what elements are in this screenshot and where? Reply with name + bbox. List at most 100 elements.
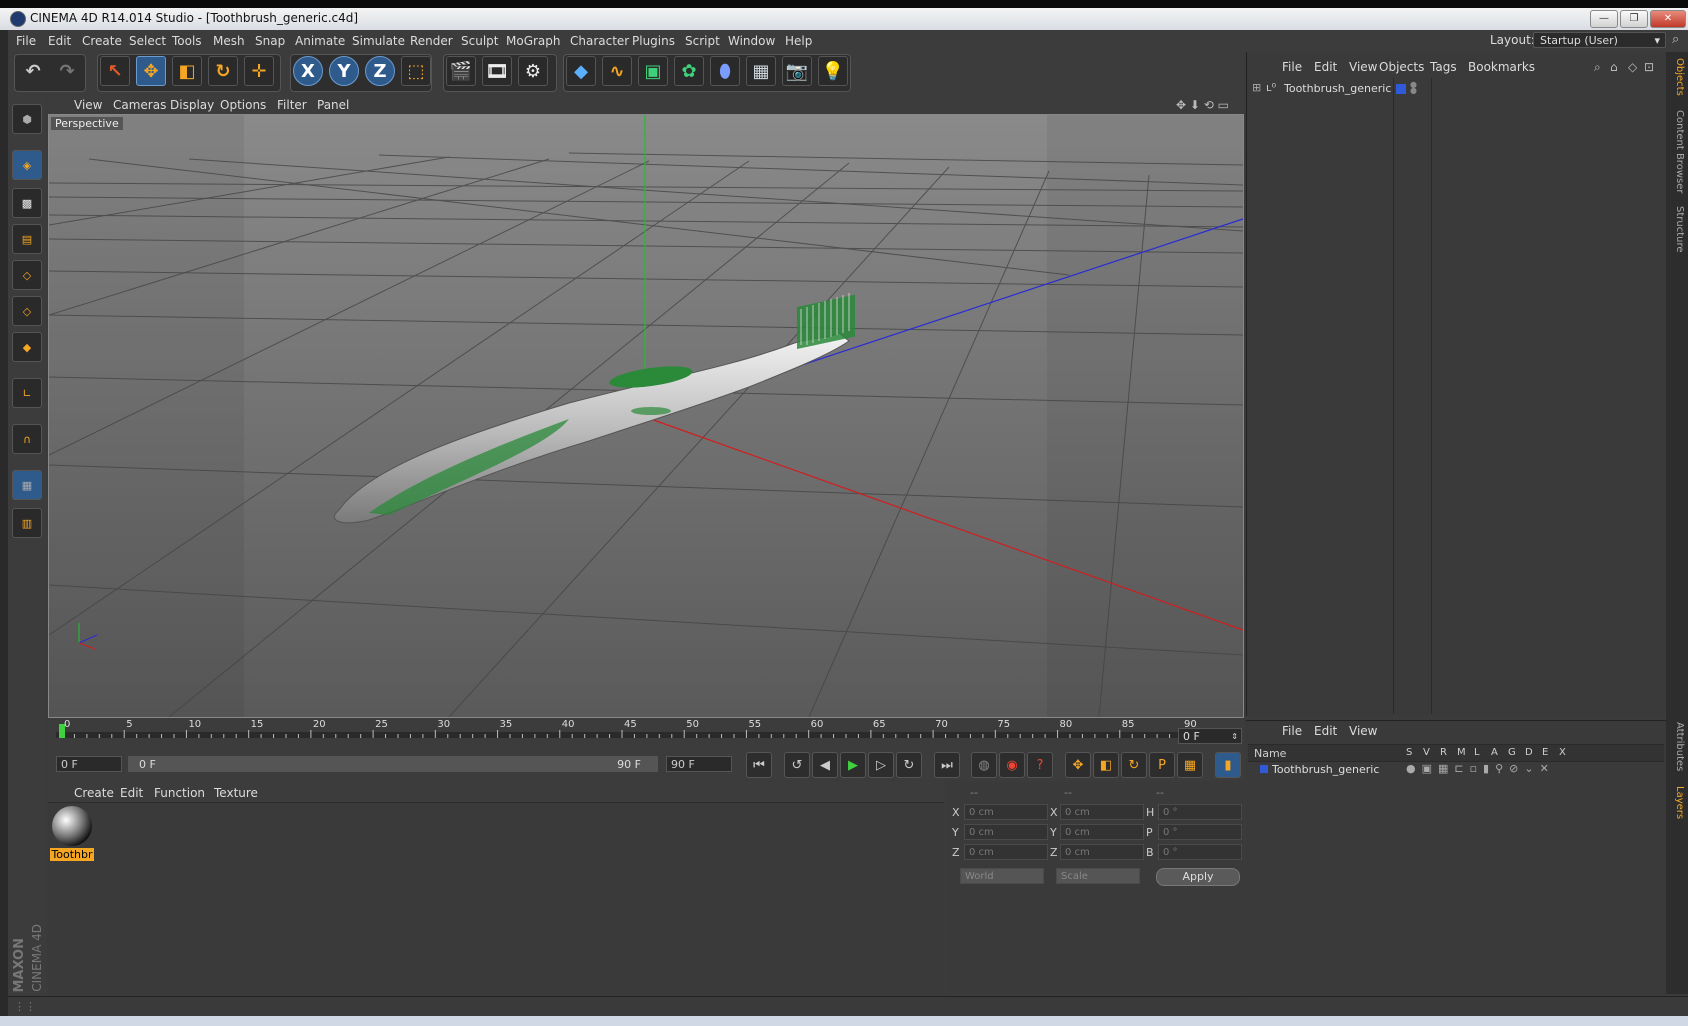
menu-animate[interactable]: Animate: [295, 34, 345, 48]
timeline-ruler[interactable]: 0 5 10 15 20 25 30 35 40 45 50 55 60 65 70 75 80 85 90: [48, 719, 1244, 748]
perspective-viewport[interactable]: [48, 114, 1244, 718]
layer-toggle-icons[interactable]: ●▣▦⊏▫▮⚲⊘⌄✕: [1406, 762, 1555, 775]
size-x-field[interactable]: 0 cm: [1060, 804, 1144, 820]
array-icon[interactable]: ✿: [674, 56, 704, 86]
light-icon[interactable]: 💡: [818, 56, 848, 86]
rot-b-field[interactable]: 0 °: [1158, 844, 1242, 860]
viewport-menu-view[interactable]: View: [74, 98, 102, 112]
object-manager-search-icon[interactable]: ⌕: [1594, 60, 1601, 75]
menu-help[interactable]: Help: [785, 34, 812, 48]
coordinate-system-icon[interactable]: ⬚: [401, 56, 431, 86]
minimize-button[interactable]: —: [1590, 10, 1618, 28]
menu-create[interactable]: Create: [82, 34, 122, 48]
polygons-mode-icon[interactable]: ◆: [12, 332, 42, 362]
object-menu-bookmarks[interactable]: Bookmarks: [1468, 60, 1535, 74]
axis-mode-icon[interactable]: ∟: [12, 378, 42, 408]
rotate-icon[interactable]: ↻: [208, 56, 238, 86]
go-to-end-icon[interactable]: ⏭: [934, 752, 960, 778]
search-icon[interactable]: ⌕: [1672, 32, 1679, 47]
layer-menu-edit[interactable]: Edit: [1314, 724, 1337, 738]
tab-objects[interactable]: Objects: [1669, 58, 1685, 96]
layout-select[interactable]: Startup (User) ▾: [1533, 32, 1666, 48]
viewport-menu-display[interactable]: Display: [170, 98, 214, 112]
key-scale-icon[interactable]: ◧: [1093, 752, 1119, 778]
key-param-icon[interactable]: P: [1149, 752, 1175, 778]
pos-z-field[interactable]: 0 cm: [964, 844, 1048, 860]
record-keys-icon[interactable]: ◍: [971, 752, 997, 778]
size-y-field[interactable]: 0 cm: [1060, 824, 1144, 840]
menu-plugins[interactable]: Plugins: [632, 34, 675, 48]
layer-row[interactable]: Toothbrush_generic ●▣▦⊏▫▮⚲⊘⌄✕: [1248, 762, 1664, 778]
viewport-menu-cameras[interactable]: Cameras: [113, 98, 166, 112]
object-mode-icon[interactable]: ◈: [12, 150, 42, 180]
workplane-icon[interactable]: ▤: [12, 224, 42, 254]
render-picture-viewer-icon[interactable]: 🎞: [482, 56, 512, 86]
autokey-icon[interactable]: ◉: [999, 752, 1025, 778]
rot-p-field[interactable]: 0 °: [1158, 824, 1242, 840]
help-key-icon[interactable]: ?: [1027, 752, 1053, 778]
points-mode-icon[interactable]: ◇: [12, 260, 42, 290]
rot-h-field[interactable]: 0 °: [1158, 804, 1242, 820]
model-mode-icon[interactable]: ⬢: [12, 104, 42, 134]
current-frame-field[interactable]: 0 F ⇕: [1178, 728, 1242, 744]
material-menu-function[interactable]: Function: [154, 786, 205, 800]
play-icon[interactable]: ▶: [840, 752, 866, 778]
cube-icon[interactable]: ◆: [566, 56, 596, 86]
loop-back-icon[interactable]: ↺: [784, 752, 810, 778]
visibility-dots-icon[interactable]: ● ●: [1410, 81, 1417, 95]
menu-simulate[interactable]: Simulate: [352, 34, 405, 48]
maximize-button[interactable]: ❐: [1620, 10, 1648, 28]
coordinate-space-select[interactable]: World: [960, 868, 1044, 884]
material-menu-texture[interactable]: Texture: [214, 786, 258, 800]
menu-mesh[interactable]: Mesh: [213, 34, 245, 48]
menu-window[interactable]: Window: [728, 34, 775, 48]
max-time-field[interactable]: 90 F: [666, 756, 732, 772]
preview-range-slider[interactable]: 0 F 90 F: [128, 756, 658, 772]
magnet-icon[interactable]: ∩: [12, 424, 42, 454]
object-row[interactable]: ⊞ ʟ⁰ Toothbrush_generic: [1250, 80, 1400, 98]
expand-icon[interactable]: ⊞: [1252, 81, 1261, 94]
deformer-icon[interactable]: ⬮: [710, 56, 740, 86]
size-mode-select[interactable]: Scale: [1056, 868, 1140, 884]
go-to-start-icon[interactable]: ⏮: [746, 752, 772, 778]
close-button[interactable]: ✕: [1650, 10, 1686, 28]
edges-mode-icon[interactable]: ◇: [12, 296, 42, 326]
menu-file[interactable]: File: [16, 34, 36, 48]
key-pla-icon[interactable]: ▦: [1177, 752, 1203, 778]
move-icon[interactable]: ✥: [136, 56, 166, 86]
menu-render[interactable]: Render: [410, 34, 453, 48]
timeline-window-icon[interactable]: ▮: [1215, 752, 1241, 778]
nurbs-icon[interactable]: ▣: [638, 56, 668, 86]
object-menu-edit[interactable]: Edit: [1314, 60, 1337, 74]
camera-icon[interactable]: 📷: [782, 56, 812, 86]
tab-content-browser[interactable]: Content Browser: [1669, 110, 1685, 193]
menu-tools[interactable]: Tools: [172, 34, 202, 48]
object-menu-view[interactable]: View: [1349, 60, 1377, 74]
z-axis-lock-button[interactable]: Z: [365, 56, 395, 86]
loop-forward-icon[interactable]: ↻: [896, 752, 922, 778]
redo-icon[interactable]: ↷: [52, 56, 82, 86]
step-back-icon[interactable]: ◀: [812, 752, 838, 778]
render-settings-icon[interactable]: ⚙: [518, 56, 548, 86]
viewport-menu-options[interactable]: Options: [220, 98, 266, 112]
select-cursor-icon[interactable]: ↖: [100, 56, 130, 86]
size-z-field[interactable]: 0 cm: [1060, 844, 1144, 860]
layer-menu-view[interactable]: View: [1349, 724, 1377, 738]
viewport-menu-filter[interactable]: Filter: [277, 98, 307, 112]
undo-icon[interactable]: ↶: [18, 56, 48, 86]
render-view-icon[interactable]: 🎬: [446, 56, 476, 86]
object-menu-tags[interactable]: Tags: [1430, 60, 1457, 74]
viewport-menu-panel[interactable]: Panel: [317, 98, 349, 112]
object-menu-objects[interactable]: Objects: [1379, 60, 1424, 74]
locked-workplane-icon[interactable]: ▦: [12, 470, 42, 500]
x-axis-lock-button[interactable]: X: [293, 56, 323, 86]
spline-pen-icon[interactable]: ∿: [602, 56, 632, 86]
layer-color-swatch[interactable]: [1396, 84, 1406, 94]
home-icon[interactable]: ⌂: [1610, 60, 1618, 74]
tab-layers[interactable]: Layers: [1669, 786, 1685, 819]
tab-attributes[interactable]: Attributes: [1669, 722, 1685, 771]
material-menu-edit[interactable]: Edit: [120, 786, 143, 800]
min-time-field[interactable]: 0 F: [56, 756, 122, 772]
menu-snap[interactable]: Snap: [255, 34, 285, 48]
pos-y-field[interactable]: 0 cm: [964, 824, 1048, 840]
